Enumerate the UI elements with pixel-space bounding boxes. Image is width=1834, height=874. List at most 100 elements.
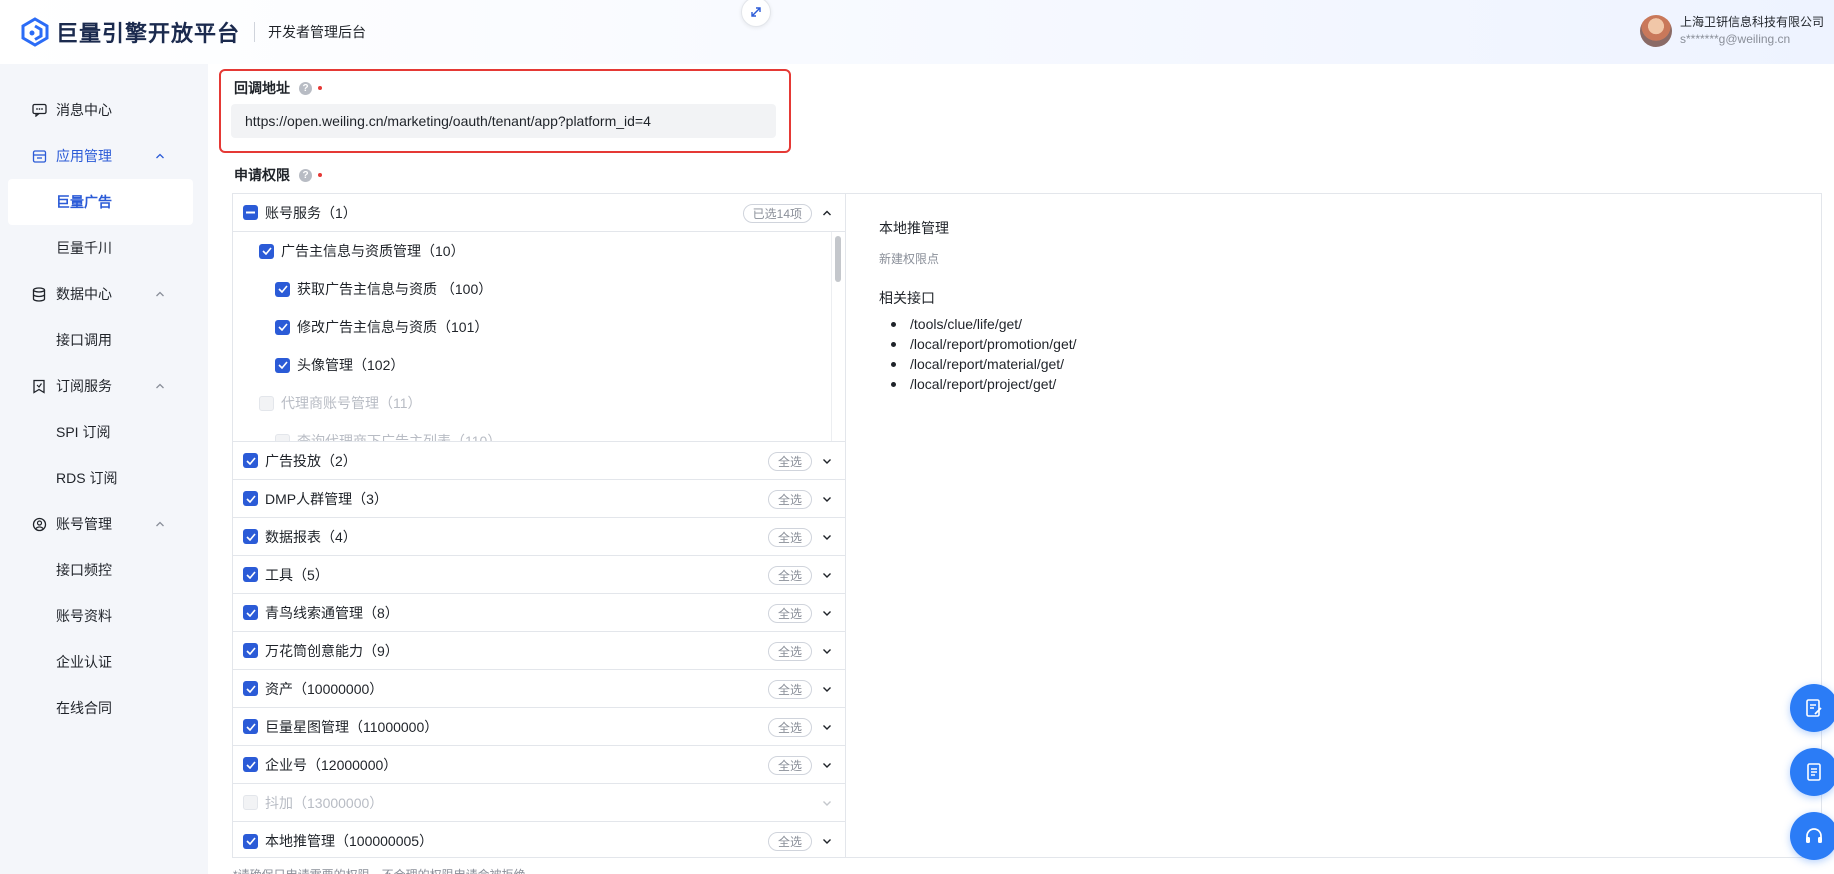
checkbox-checked[interactable]: [243, 643, 258, 658]
customer-service-button[interactable]: [1790, 812, 1834, 860]
sidebar-item-online-contract[interactable]: 在线合同: [0, 685, 208, 731]
sidebar-item-ocean-ads[interactable]: 巨量广告: [8, 179, 193, 225]
checkbox-checked[interactable]: [275, 357, 290, 373]
select-all-button[interactable]: 全选: [767, 642, 812, 661]
sidebar-item-account-info[interactable]: 账号资料: [0, 593, 208, 639]
select-all-button[interactable]: 全选: [767, 718, 812, 737]
checkbox-checked[interactable]: [243, 681, 258, 696]
chevron-down-icon[interactable]: [821, 759, 833, 771]
chevron-down-icon[interactable]: [821, 721, 833, 733]
select-all-button[interactable]: 全选: [767, 452, 812, 471]
chevron-down-icon[interactable]: [821, 835, 833, 847]
feedback-button[interactable]: [1790, 684, 1834, 732]
database-icon: [31, 286, 47, 302]
sidebar-item-rate-limit[interactable]: 接口频控: [0, 547, 208, 593]
select-all-button[interactable]: 全选: [767, 528, 812, 547]
sidebar-label: 账号管理: [56, 516, 112, 532]
category-row[interactable]: 本地推管理（100000005） 全选: [233, 822, 845, 860]
category-row[interactable]: 企业号（12000000） 全选: [233, 746, 845, 784]
sub-item-row[interactable]: 修改广告主信息与资质（101）: [275, 308, 488, 346]
category-row[interactable]: 万花筒创意能力（9） 全选: [233, 632, 845, 670]
sidebar-item-spi-subscription[interactable]: SPI 订阅: [0, 409, 208, 455]
api-path: /local/report/material/get/: [910, 356, 1065, 372]
select-all-button[interactable]: 全选: [767, 604, 812, 623]
checkbox-checked[interactable]: [243, 567, 258, 582]
checkbox-checked[interactable]: [259, 243, 274, 259]
category-row[interactable]: 工具（5） 全选: [233, 556, 845, 594]
category-label: 广告投放（2）: [265, 452, 357, 469]
sub-item-row[interactable]: 广告主信息与资质管理（10）: [259, 232, 465, 270]
category-row[interactable]: 青鸟线索通管理（8） 全选: [233, 594, 845, 632]
checkbox-checked[interactable]: [243, 529, 258, 544]
chevron-down-icon[interactable]: [821, 569, 833, 581]
category-row[interactable]: 资产（10000000） 全选: [233, 670, 845, 708]
sidebar-label: 数据中心: [56, 286, 112, 302]
checkbox-checked[interactable]: [243, 757, 258, 772]
category-row[interactable]: 广告投放（2） 全选: [233, 442, 845, 480]
sub-item-row[interactable]: 获取广告主信息与资质 （100）: [275, 270, 492, 308]
help-icon[interactable]: ?: [299, 81, 312, 95]
select-all-button[interactable]: 全选: [767, 490, 812, 509]
category-label: 抖加（13000000）: [265, 794, 384, 811]
chevron-down-icon[interactable]: [821, 455, 833, 467]
chevron-down-icon[interactable]: [821, 493, 833, 505]
docs-button[interactable]: [1790, 748, 1834, 796]
sidebar-group-app-management[interactable]: 应用管理: [0, 133, 208, 179]
chevron-down-icon[interactable]: [821, 645, 833, 657]
select-all-button[interactable]: 全选: [767, 756, 812, 775]
chevron-up-icon[interactable]: [821, 207, 833, 219]
category-row[interactable]: DMP人群管理（3） 全选: [233, 480, 845, 518]
user-email: s*******g@weiling.cn: [1679, 32, 1791, 46]
category-row-account-service[interactable]: 账号服务（1） 已选14项: [233, 194, 845, 232]
checkbox-checked[interactable]: [275, 319, 290, 335]
sidebar-item-api-calls[interactable]: 接口调用: [0, 317, 208, 363]
help-icon[interactable]: ?: [299, 168, 312, 182]
list-item: /local/report/promotion/get/: [879, 334, 1077, 354]
chevron-down-icon[interactable]: [821, 607, 833, 619]
sidebar-item-enterprise-verification[interactable]: 企业认证: [0, 639, 208, 685]
checkbox-checked[interactable]: [275, 281, 290, 297]
sidebar-group-account-management[interactable]: 账号管理: [0, 501, 208, 547]
scrollbar[interactable]: [831, 232, 843, 441]
category-label: 工具（5）: [265, 566, 329, 583]
collapse-button[interactable]: [741, 0, 771, 27]
detail-subtitle: 新建权限点: [879, 252, 940, 266]
checkbox-checked[interactable]: [243, 605, 258, 620]
header-divider: [254, 22, 256, 42]
callback-url-input[interactable]: https://open.weiling.cn/marketing/oauth/…: [231, 104, 776, 138]
document-icon: [1807, 763, 1821, 781]
sidebar-item-rds-subscription[interactable]: RDS 订阅: [0, 455, 208, 501]
list-item: /local/report/project/get/: [879, 374, 1077, 394]
category-row[interactable]: 巨量星图管理（11000000） 全选: [233, 708, 845, 746]
sidebar-item-qianchuan[interactable]: 巨量千川: [0, 225, 208, 271]
chevron-down-icon[interactable]: [821, 531, 833, 543]
checkbox-checked[interactable]: [243, 491, 258, 506]
checkbox-checked[interactable]: [243, 833, 258, 849]
api-path: /tools/clue/life/get/: [910, 316, 1023, 332]
logo[interactable]: 巨量引擎开放平台: [20, 16, 240, 48]
category-row[interactable]: 数据报表（4） 全选: [233, 518, 845, 556]
account-icon: [31, 516, 47, 532]
sidebar-group-data-center[interactable]: 数据中心: [0, 271, 208, 317]
select-all-button[interactable]: 全选: [767, 832, 812, 851]
sub-item-label: 广告主信息与资质管理（10）: [281, 243, 465, 259]
checkbox-checked[interactable]: [243, 453, 258, 468]
avatar[interactable]: [1639, 15, 1672, 47]
checkbox-partial[interactable]: [243, 205, 258, 220]
sub-item-row[interactable]: 头像管理（102）: [275, 346, 404, 384]
category-row: 抖加（13000000）: [233, 784, 845, 822]
category-label: 企业号（12000000）: [265, 756, 398, 773]
sidebar-group-subscription[interactable]: 订阅服务: [0, 363, 208, 409]
scrollbar-thumb[interactable]: [835, 236, 841, 282]
selected-count-badge: 已选14项: [742, 204, 812, 223]
category-label: 青鸟线索通管理（8）: [265, 604, 399, 621]
checkbox-checked[interactable]: [243, 719, 258, 734]
user-menu[interactable]: 上海卫钘信息科技有限公司 s*******g@weiling.cn: [1639, 14, 1824, 48]
chevron-down-icon[interactable]: [821, 683, 833, 695]
sub-item-label: 获取广告主信息与资质 （100）: [297, 281, 493, 297]
select-all-button[interactable]: 全选: [767, 566, 812, 585]
logo-text: 巨量引擎开放平台: [56, 21, 241, 46]
sidebar-label: 应用管理: [56, 148, 112, 164]
sidebar-group-message-center[interactable]: 消息中心: [0, 87, 208, 133]
select-all-button[interactable]: 全选: [767, 680, 812, 699]
